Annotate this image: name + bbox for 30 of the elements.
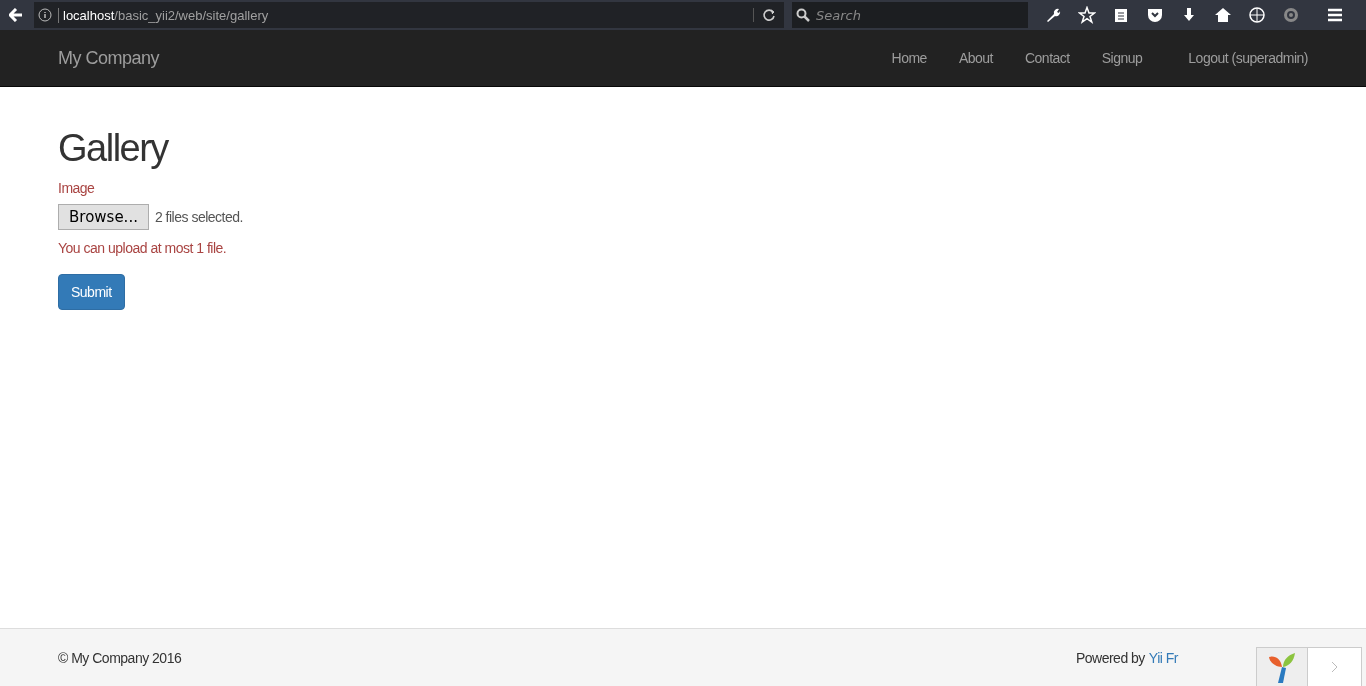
brand-link[interactable]: My Company bbox=[58, 47, 160, 69]
url-text: localhost/basic_yii2/web/site/gallery bbox=[58, 7, 753, 23]
nav-link[interactable]: Contact bbox=[1008, 50, 1086, 66]
footer-link[interactable]: Yii Fr bbox=[1148, 649, 1178, 666]
field-label: Image bbox=[58, 180, 96, 196]
nav-link[interactable]: Logout (superadmin) bbox=[1172, 50, 1308, 66]
submit-button[interactable]: Submit bbox=[58, 274, 125, 310]
address-bar[interactable]: localhost/basic_yii2/web/site/gallery bbox=[34, 2, 784, 28]
info-icon[interactable] bbox=[38, 8, 52, 22]
nav-link[interactable]: About bbox=[942, 50, 1009, 66]
search-icon bbox=[796, 8, 810, 22]
back-icon[interactable] bbox=[9, 8, 23, 22]
copyright-text: © My Company 2016 bbox=[58, 649, 182, 666]
menu-icon[interactable] bbox=[1326, 6, 1344, 24]
nav-link[interactable]: Signup bbox=[1085, 50, 1159, 66]
home-icon[interactable] bbox=[1214, 6, 1232, 24]
page-title: Gallery bbox=[58, 127, 170, 170]
reload-icon[interactable] bbox=[762, 8, 776, 22]
clipboard-icon[interactable] bbox=[1112, 6, 1130, 24]
star-icon[interactable] bbox=[1078, 6, 1096, 24]
browse-button[interactable]: Browse... bbox=[58, 204, 149, 230]
pocket-icon[interactable] bbox=[1146, 6, 1164, 24]
logo-icon[interactable] bbox=[1267, 651, 1297, 683]
globe-icon[interactable] bbox=[1248, 6, 1266, 24]
nav-link[interactable]: Home bbox=[875, 50, 943, 66]
file-status: 2 files selected. bbox=[154, 209, 243, 225]
error-message: You can upload at most 1 file. bbox=[58, 240, 228, 256]
search-field[interactable]: Search bbox=[814, 6, 1018, 24]
powered-by-text: Powered by bbox=[1075, 649, 1145, 666]
search-bar[interactable]: Search bbox=[792, 2, 1028, 28]
